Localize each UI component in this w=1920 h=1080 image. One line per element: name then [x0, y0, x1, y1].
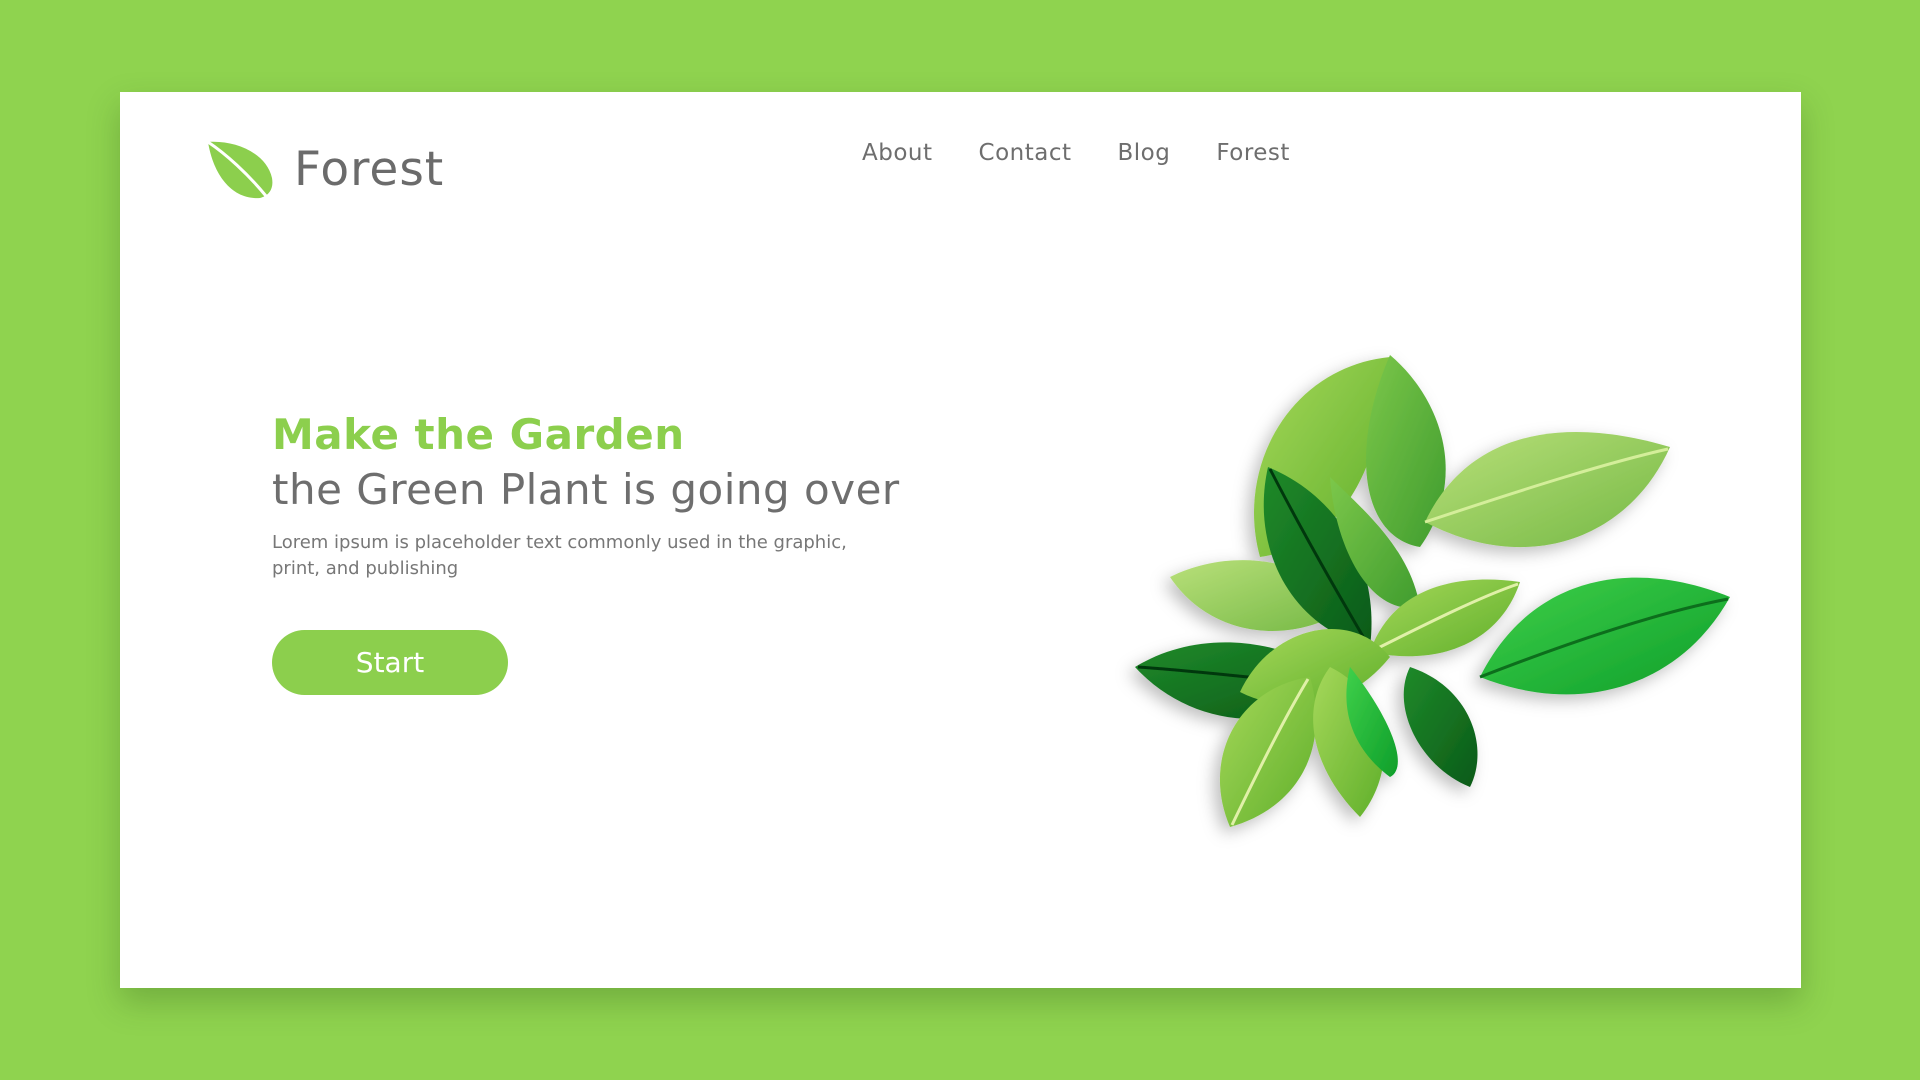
leaf-cluster-illustration — [1050, 247, 1730, 827]
leaf-cluster-icon — [1135, 355, 1730, 827]
logo[interactable]: Forest — [204, 138, 444, 200]
start-button[interactable]: Start — [272, 630, 508, 695]
hero-subtitle: the Green Plant is going over — [272, 465, 900, 514]
nav-item-contact[interactable]: Contact — [979, 140, 1072, 166]
nav-item-about[interactable]: About — [862, 140, 933, 166]
landing-card: Forest About Contact Blog Forest Make th… — [120, 92, 1801, 988]
hero-title: Make the Garden — [272, 410, 685, 459]
hero-description: Lorem ipsum is placeholder text commonly… — [272, 532, 847, 579]
hero-section: Make the Garden the Green Plant is going… — [272, 410, 952, 582]
brand-name: Forest — [294, 141, 445, 197]
nav-item-forest[interactable]: Forest — [1216, 140, 1290, 166]
main-nav: About Contact Blog Forest — [862, 140, 1290, 166]
leaf-icon — [206, 140, 273, 199]
nav-item-blog[interactable]: Blog — [1118, 140, 1171, 166]
